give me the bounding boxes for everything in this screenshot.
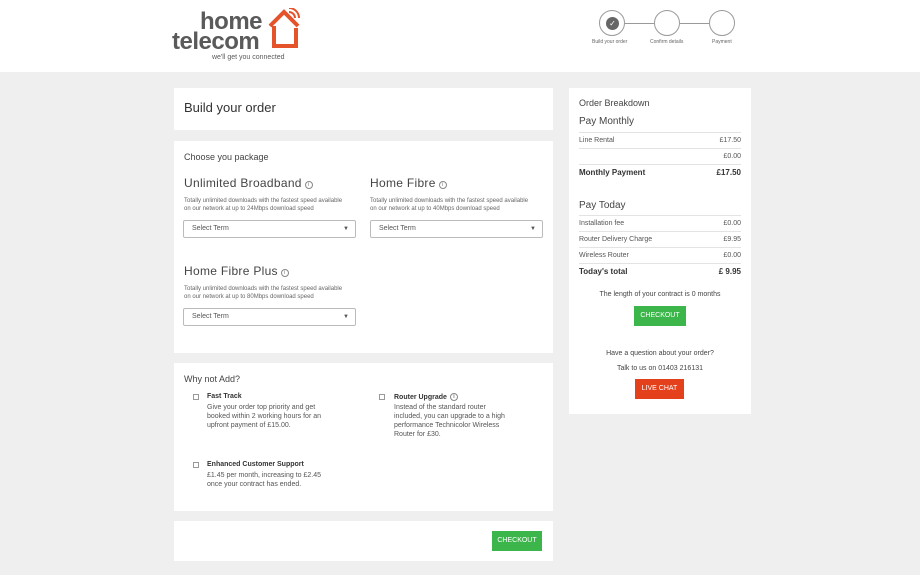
site-header: home telecom we'll get you connected ✓ B… xyxy=(0,0,920,72)
row-label: Today's total xyxy=(579,267,628,276)
row-label: Installation fee xyxy=(579,220,625,227)
pay-monthly-heading: Pay Monthly xyxy=(579,116,635,127)
breakdown-row-wireless-router: Wireless Router £0.00 xyxy=(579,248,741,264)
breakdown-row-line-rental: Line Rental £17.50 xyxy=(579,133,741,149)
addon-desc-line: Give your order top priority and get xyxy=(207,404,316,411)
step-confirm-circle xyxy=(654,10,680,36)
todays-total: Today's total £ 9.95 xyxy=(579,264,741,280)
contract-length-text: The length of your contract is 0 months xyxy=(599,291,721,298)
build-order-card: Build your order xyxy=(174,88,553,130)
step-build-circle: ✓ xyxy=(599,10,625,36)
addon-desc-router-upgrade: Instead of the standard router included,… xyxy=(394,403,524,439)
fast-track-checkbox[interactable] xyxy=(193,394,199,400)
step-payment-circle xyxy=(709,10,735,36)
package-desc-line: on our network at up to 80Mbps download … xyxy=(184,294,314,300)
info-icon[interactable]: i xyxy=(280,269,289,277)
row-value: £0.00 xyxy=(723,220,741,227)
row-value: £17.50 xyxy=(716,168,741,177)
package-desc-line: Totally unlimited downloads with the fas… xyxy=(370,198,529,204)
package-desc-fibre-plus: Totally unlimited downloads with the fas… xyxy=(184,285,364,301)
pay-today-heading: Pay Today xyxy=(579,200,626,211)
package-desc-unlimited: Totally unlimited downloads with the fas… xyxy=(184,197,364,213)
addon-desc-line: Router for £30. xyxy=(394,431,441,438)
addon-title-router-upgrade: Router Upgrade i xyxy=(394,393,458,401)
package-title-fibre-plus: Home Fibre Plus i xyxy=(184,264,289,278)
enhanced-support-checkbox[interactable] xyxy=(193,462,199,468)
addon-desc-line: included, you can upgrade to a high xyxy=(394,413,505,420)
package-desc-line: Totally unlimited downloads with the fas… xyxy=(184,198,343,204)
package-desc-fibre: Totally unlimited downloads with the fas… xyxy=(370,197,550,213)
package-card: Choose you package Unlimited Broadband i … xyxy=(174,141,553,353)
home-telecom-logo[interactable]: home telecom we'll get you connected xyxy=(172,8,312,66)
term-select-unlimited[interactable]: Select Term ▼ xyxy=(183,220,356,238)
caret-down-icon: ▼ xyxy=(343,226,349,232)
addons-card: Why not Add? Fast Track Give your order … xyxy=(174,363,553,511)
step-label-build: Build your order xyxy=(592,39,628,45)
addon-desc-line: £1.45 per month, increasing to £2.45 xyxy=(207,472,322,479)
info-icon[interactable]: i xyxy=(304,181,313,189)
addon-desc-line: Instead of the standard router xyxy=(394,404,486,411)
row-value: £9.95 xyxy=(723,236,741,243)
row-label: Wireless Router xyxy=(579,252,629,259)
question-text: Have a question about your order? xyxy=(606,350,714,357)
addons-heading: Why not Add? xyxy=(184,374,241,384)
breakdown-row-router-delivery: Router Delivery Charge £9.95 xyxy=(579,232,741,248)
package-name: Home Fibre Plus xyxy=(184,264,278,278)
package-desc-line: on our network at up to 24Mbps download … xyxy=(184,206,314,212)
addon-title-fast-track: Fast Track xyxy=(207,393,242,400)
term-select-fibre[interactable]: Select Term ▼ xyxy=(370,220,543,238)
addon-desc-line: performance Technicolor Wireless xyxy=(394,422,500,429)
package-desc-line: on our network at up to 40Mbps download … xyxy=(370,206,500,212)
step-connector xyxy=(680,23,709,24)
package-name: Home Fibre xyxy=(370,176,436,190)
package-heading: Choose you package xyxy=(184,152,269,162)
check-icon: ✓ xyxy=(606,17,619,30)
progress-steps: ✓ Build your order Confirm details Payme… xyxy=(590,8,740,48)
info-icon[interactable]: i xyxy=(449,393,458,401)
addon-desc-line: upfront payment of £15.00. xyxy=(207,422,291,429)
select-value: Select Term xyxy=(192,313,229,320)
term-select-fibre-plus[interactable]: Select Term ▼ xyxy=(183,308,356,326)
row-label: Line Rental xyxy=(579,137,615,144)
checkout-button[interactable]: CHECKOUT xyxy=(492,531,542,551)
addon-title-enhanced-support: Enhanced Customer Support xyxy=(207,461,304,468)
package-title-fibre: Home Fibre i xyxy=(370,176,447,190)
addon-desc-fast-track: Give your order top priority and get boo… xyxy=(207,403,337,430)
package-name: Unlimited Broadband xyxy=(184,176,302,190)
house-logo-icon xyxy=(268,8,300,48)
caret-down-icon: ▼ xyxy=(530,226,536,232)
row-label: Monthly Payment xyxy=(579,168,646,177)
row-label: Router Delivery Charge xyxy=(579,236,653,243)
sidebar-checkout-button[interactable]: CHECKOUT xyxy=(634,306,686,326)
addon-desc-line: once your contract has ended. xyxy=(207,481,302,488)
addon-title-text: Router Upgrade xyxy=(394,394,447,401)
row-value: £0.00 xyxy=(723,153,741,160)
step-label-payment: Payment xyxy=(712,39,732,45)
info-icon[interactable]: i xyxy=(438,181,447,189)
row-value: £17.50 xyxy=(719,137,741,144)
breakdown-row-installation: Installation fee £0.00 xyxy=(579,216,741,232)
package-title-unlimited: Unlimited Broadband i xyxy=(184,176,313,190)
addon-desc-enhanced-support: £1.45 per month, increasing to £2.45 onc… xyxy=(207,471,337,489)
package-desc-line: Totally unlimited downloads with the fas… xyxy=(184,286,343,292)
order-breakdown-card: Order Breakdown Pay Monthly Line Rental … xyxy=(569,88,751,414)
logo-tagline: we'll get you connected xyxy=(212,54,285,61)
caret-down-icon: ▼ xyxy=(343,314,349,320)
phone-text: Talk to us on 01403 216131 xyxy=(616,365,703,372)
row-value: £ 9.95 xyxy=(718,267,741,276)
logo-text-telecom: telecom xyxy=(172,28,260,55)
select-value: Select Term xyxy=(192,225,229,232)
router-upgrade-checkbox[interactable] xyxy=(379,394,385,400)
live-chat-button[interactable]: LIVE CHAT xyxy=(635,379,684,399)
breakdown-title: Order Breakdown xyxy=(579,98,650,108)
checkout-footer-card: CHECKOUT xyxy=(174,521,553,561)
breakdown-row-extra: £0.00 xyxy=(579,149,741,165)
page-title: Build your order xyxy=(184,100,276,115)
row-value: £0.00 xyxy=(723,252,741,259)
addon-desc-line: booked within 2 working hours for an xyxy=(207,413,322,420)
step-label-confirm: Confirm details xyxy=(650,39,684,45)
select-value: Select Term xyxy=(379,225,416,232)
step-connector xyxy=(625,23,654,24)
monthly-payment-total: Monthly Payment £17.50 xyxy=(579,165,741,181)
